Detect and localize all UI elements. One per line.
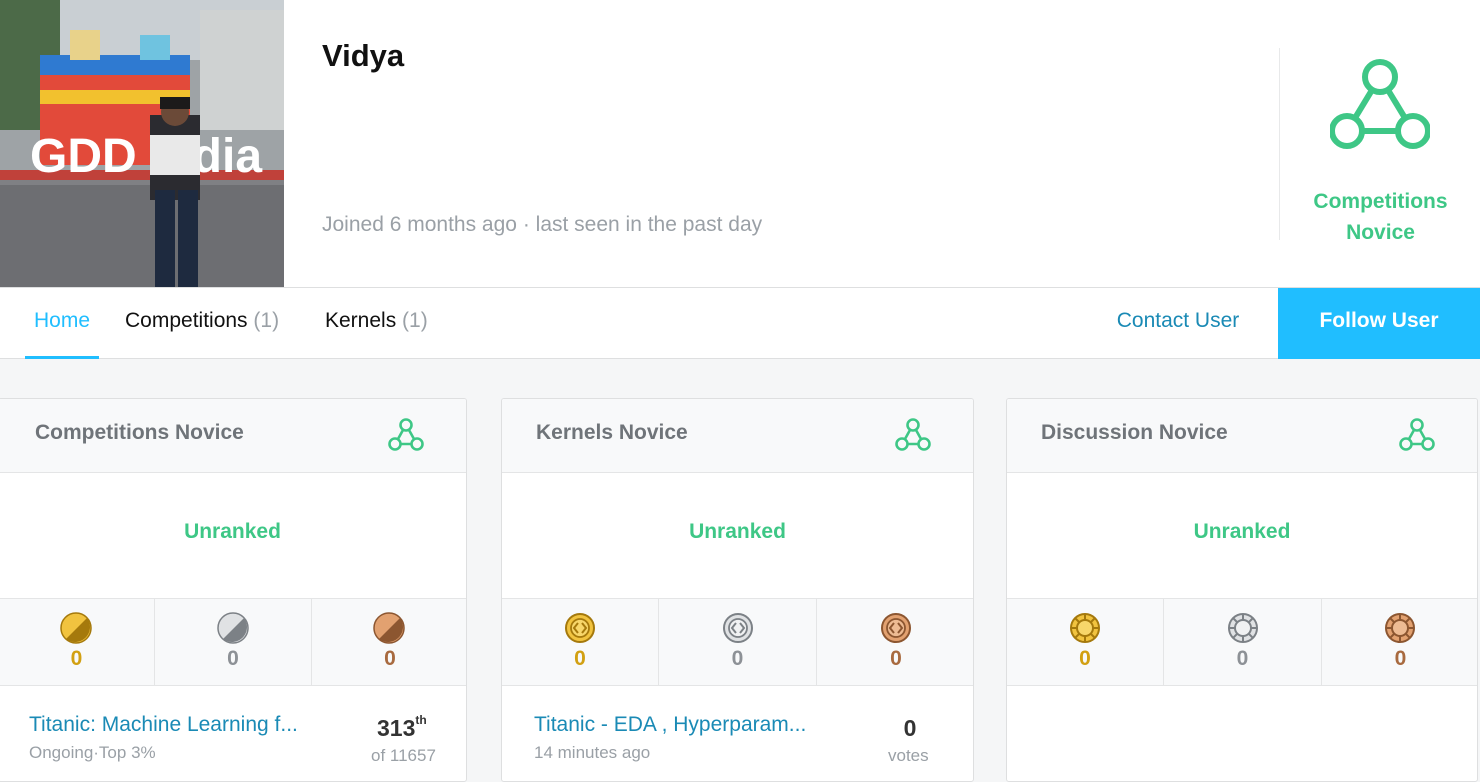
- competition-rank: 313th: [377, 713, 427, 742]
- rank-status: Unranked: [1193, 520, 1291, 543]
- tier-novice-icon: [895, 418, 931, 451]
- card-header: Kernels Novice: [502, 399, 973, 473]
- card-header: Competitions Novice: [0, 399, 466, 473]
- competitions-card: Competitions Novice Unranked 0 0 0 Titan…: [0, 398, 467, 782]
- card-title: Discussion Novice: [1041, 421, 1228, 444]
- card-header: Discussion Novice: [1007, 399, 1477, 473]
- bronze-count: 0: [384, 647, 396, 670]
- tab-home[interactable]: Home: [25, 288, 99, 359]
- silver-medal-count: 0: [659, 599, 817, 685]
- tier-label-line2: Novice: [1346, 221, 1415, 244]
- competition-rank-total: of 11657: [371, 746, 436, 765]
- profile-nav: Home Competitions (1) Kernels (1) Contac…: [0, 288, 1480, 359]
- card-title: Kernels Novice: [536, 421, 688, 444]
- rank-number: 313: [377, 715, 416, 741]
- kernel-link[interactable]: Titanic - EDA , Hyperparam...: [534, 713, 806, 737]
- gold-count: 0: [574, 647, 586, 670]
- tab-competitions[interactable]: Competitions (1): [125, 288, 279, 359]
- tab-kernels-count: (1): [402, 309, 428, 332]
- profile-header: GDD India Vidya Joined 6 months ago · la…: [0, 0, 1480, 288]
- gold-kernel-medal-icon: [565, 613, 595, 643]
- silver-count: 0: [227, 647, 239, 670]
- silver-medal-count: 0: [155, 599, 312, 685]
- joined-text: Joined 6 months ago: [322, 213, 517, 236]
- competition-link[interactable]: Titanic: Machine Learning f...: [29, 713, 298, 737]
- avatar-photo: GDD India: [0, 0, 284, 287]
- bronze-medal-icon: [373, 612, 405, 644]
- meta-separator: ·: [522, 213, 530, 236]
- card-title: Competitions Novice: [35, 421, 244, 444]
- competition-status: Ongoing·Top 3%: [29, 743, 156, 762]
- medal-row: 0 0 0: [1007, 598, 1477, 686]
- tab-competitions-label: Competitions: [125, 309, 248, 332]
- gold-count: 0: [70, 647, 83, 670]
- silver-kernel-medal-icon: [723, 613, 753, 643]
- bronze-count: 0: [1394, 647, 1407, 670]
- tier-novice-icon: [1330, 59, 1430, 149]
- rank-status: Unranked: [689, 520, 786, 543]
- user-activity: Joined 6 months ago · last seen in the p…: [322, 213, 762, 237]
- tier-novice-icon: [1399, 418, 1435, 451]
- kernel-votes-label: votes: [888, 746, 929, 765]
- bronze-medal-count: 0: [1322, 599, 1477, 685]
- silver-count: 0: [731, 647, 744, 670]
- silver-medal-icon: [217, 612, 249, 644]
- medal-row: 0 0 0: [502, 598, 973, 686]
- bronze-kernel-medal-icon: [881, 613, 911, 643]
- bronze-medal-count: 0: [312, 599, 466, 685]
- rank-suffix: th: [415, 713, 427, 727]
- rank-status: Unranked: [184, 520, 281, 543]
- follow-user-button[interactable]: Follow User: [1278, 288, 1480, 359]
- tier-label: Competitions Novice: [1280, 186, 1480, 248]
- contact-user-button[interactable]: Contact User: [1094, 288, 1262, 359]
- tier-badge[interactable]: Competitions Novice: [1279, 48, 1480, 244]
- tier-novice-icon: [388, 418, 424, 451]
- user-name: Vidya: [322, 38, 405, 73]
- kernel-votes: 0: [903, 715, 917, 741]
- tab-competitions-count: (1): [253, 309, 280, 332]
- tier-label-line1: Competitions: [1313, 190, 1448, 213]
- medal-row: 0 0 0: [0, 598, 466, 686]
- avatar[interactable]: GDD India: [0, 0, 284, 287]
- gold-medal-icon: [60, 612, 92, 644]
- gold-count: 0: [1079, 647, 1091, 670]
- silver-count: 0: [1236, 647, 1249, 670]
- gold-medal-count: 0: [502, 599, 659, 685]
- bronze-discussion-medal-icon: [1385, 613, 1415, 643]
- gold-medal-count: 0: [0, 599, 155, 685]
- last-seen-text: last seen in the past day: [535, 213, 763, 236]
- avatar-caption: GDD India: [30, 130, 262, 183]
- bronze-medal-count: 0: [817, 599, 973, 685]
- gold-discussion-medal-icon: [1070, 613, 1100, 643]
- gold-medal-count: 0: [1007, 599, 1164, 685]
- kernel-timestamp: 14 minutes ago: [534, 743, 651, 762]
- silver-discussion-medal-icon: [1228, 613, 1258, 643]
- tab-kernels-label: Kernels: [325, 309, 397, 332]
- silver-medal-count: 0: [1164, 599, 1322, 685]
- kernels-card: Kernels Novice Unranked 0 0 0 Titanic - …: [501, 398, 974, 782]
- bronze-count: 0: [890, 647, 902, 670]
- tab-kernels[interactable]: Kernels (1): [325, 288, 428, 359]
- discussion-card: Discussion Novice Unranked 0 0 0: [1006, 398, 1478, 782]
- tab-home-label: Home: [33, 309, 91, 332]
